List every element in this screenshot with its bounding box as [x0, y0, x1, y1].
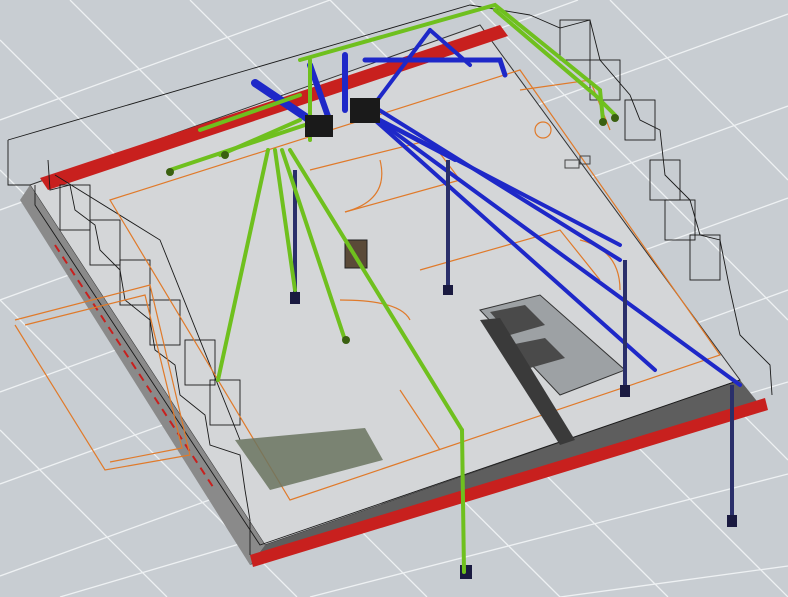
model-scene[interactable] [0, 0, 788, 597]
3d-viewport[interactable] [0, 0, 788, 597]
duct-hub-right[interactable] [350, 98, 380, 123]
duct-hub-left[interactable] [305, 115, 333, 137]
